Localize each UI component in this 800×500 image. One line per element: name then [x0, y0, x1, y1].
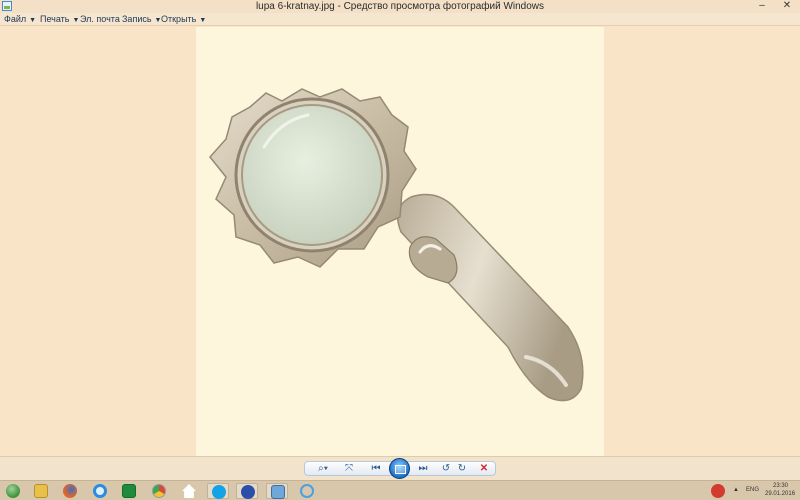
clock-date[interactable]: 29.01.2016	[765, 491, 795, 497]
ie-icon	[93, 484, 107, 498]
menu-email[interactable]: Эл. почта	[80, 13, 120, 26]
clock-time[interactable]: 23:30	[773, 483, 788, 489]
taskbar-chrome[interactable]	[148, 483, 170, 499]
menu-email-label: Эл. почта	[80, 14, 120, 24]
image-viewport[interactable]	[0, 27, 800, 456]
taskbar-app-m[interactable]	[296, 483, 318, 499]
fit-window-button[interactable]: ⤧	[340, 460, 358, 477]
menu-bar: Файл ▼ Печать ▼ Эл. почта Запись ▼ Открыть ▼	[0, 13, 800, 26]
taskbar-firefox[interactable]	[59, 483, 81, 499]
start-orb-icon	[6, 484, 20, 498]
menu-print[interactable]: Печать ▼	[40, 13, 79, 26]
chrome-icon	[152, 484, 166, 498]
photo-canvas	[196, 27, 604, 456]
file-explorer-icon	[34, 484, 48, 498]
firefox-icon	[63, 484, 77, 498]
minimize-button[interactable]: –	[756, 0, 768, 12]
taskbar: ▲ ENG 23:30 29.01.2016	[0, 480, 800, 500]
rotate-clockwise-button[interactable]: ↻	[455, 460, 469, 477]
photo-viewer-icon	[271, 485, 285, 499]
title-bar: lupa 6-kratnay.jpg - Средство просмотра …	[0, 0, 800, 13]
menu-open-label: Открыть	[161, 14, 197, 24]
sailboat-icon	[241, 485, 255, 499]
previous-button[interactable]: ⏮	[366, 460, 386, 477]
tray-chevron-icon[interactable]: ▲	[733, 487, 739, 493]
chevron-down-icon: ▼	[29, 17, 37, 24]
app-m-icon	[300, 484, 314, 498]
taskbar-file-explorer[interactable]	[30, 483, 52, 499]
rotate-counterclockwise-button[interactable]: ↺	[439, 460, 453, 477]
tray-antivirus[interactable]	[707, 483, 729, 499]
start-button[interactable]	[2, 483, 24, 499]
menu-file-label: Файл	[4, 14, 27, 24]
taskbar-sailboat-app[interactable]	[236, 483, 258, 499]
delete-button[interactable]: ✕	[476, 460, 492, 477]
viewer-control-bar: ⌕▾ ⤧ ⏮ ⏭ ↺ ↻ ✕	[0, 456, 800, 480]
antivirus-icon	[711, 484, 725, 498]
taskbar-home[interactable]	[178, 483, 200, 499]
menu-print-label: Печать	[40, 14, 70, 24]
language-indicator[interactable]: ENG	[746, 487, 759, 493]
close-button[interactable]: ✕	[776, 0, 798, 12]
home-icon	[182, 484, 196, 498]
zoom-button[interactable]: ⌕▾	[312, 460, 334, 477]
menu-burn-label: Запись	[122, 14, 152, 24]
taskbar-internet-explorer[interactable]	[89, 483, 111, 499]
excel-icon	[122, 484, 136, 498]
skype-icon	[212, 485, 226, 499]
menu-open[interactable]: Открыть ▼	[161, 13, 206, 26]
menu-file[interactable]: Файл ▼	[4, 13, 36, 26]
next-button[interactable]: ⏭	[413, 460, 433, 477]
taskbar-excel[interactable]	[118, 483, 140, 499]
menu-burn[interactable]: Запись ▼	[122, 13, 161, 26]
chevron-down-icon: ▼	[72, 17, 80, 24]
chevron-down-icon: ▼	[199, 17, 207, 24]
taskbar-skype[interactable]	[207, 483, 229, 499]
magnifying-glass-icon	[209, 88, 584, 402]
taskbar-photo-viewer[interactable]	[266, 483, 288, 499]
window-title: lupa 6-kratnay.jpg - Средство просмотра …	[255, 1, 545, 12]
slideshow-button[interactable]	[389, 458, 410, 479]
